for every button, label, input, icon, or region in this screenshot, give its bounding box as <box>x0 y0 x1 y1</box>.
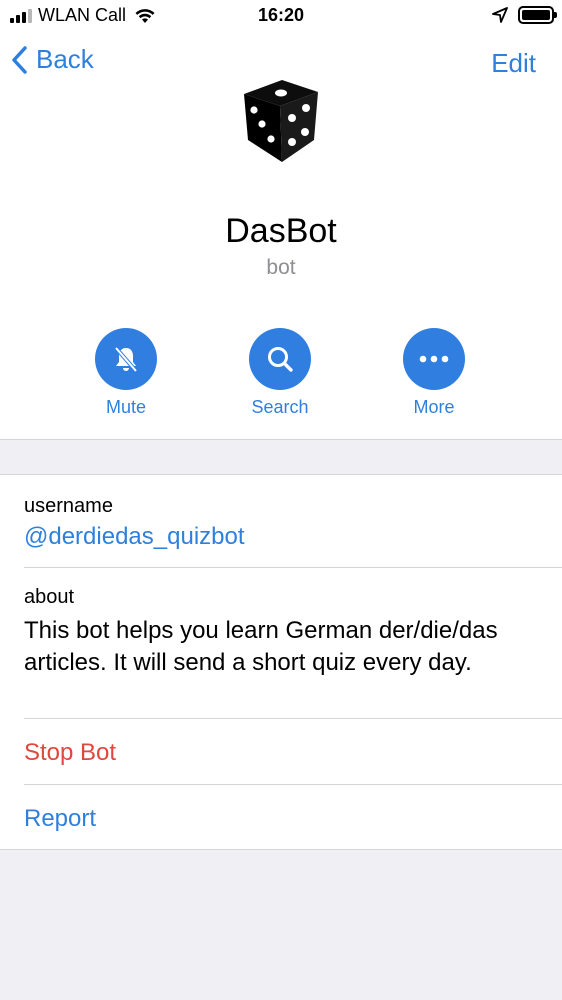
info-section: username @derdiedas_quizbot about This b… <box>0 474 562 850</box>
status-bar: WLAN Call 16:20 <box>0 0 562 32</box>
edit-button[interactable]: Edit <box>491 48 536 79</box>
more-circle <box>403 328 465 390</box>
divider <box>24 784 562 785</box>
divider <box>24 567 562 568</box>
search-circle <box>249 328 311 390</box>
search-icon <box>268 347 293 372</box>
username-link[interactable]: @derdiedas_quizbot <box>24 523 245 551</box>
action-buttons: Mute Search More <box>0 328 562 424</box>
mute-button[interactable]: Mute <box>66 328 186 418</box>
profile-name: DasBot <box>225 212 337 250</box>
about-line-2: articles. It will send a short quiz ever… <box>24 649 472 676</box>
more-label: More <box>413 397 455 417</box>
about-text: This bot helps you learn German der/die/… <box>24 615 544 679</box>
status-time: 16:20 <box>257 5 305 25</box>
mute-circle <box>95 328 157 390</box>
status-right <box>492 6 557 24</box>
chevron-left-icon <box>12 45 27 74</box>
report-button[interactable]: Report <box>24 805 96 833</box>
back-label: Back <box>36 44 94 74</box>
mute-label: Mute <box>105 397 147 417</box>
search-label: Search <box>251 397 309 417</box>
dice-icon[interactable] <box>238 78 322 164</box>
username-label: username <box>24 495 113 517</box>
about-label: about <box>24 586 75 608</box>
profile-subtitle: bot <box>266 256 296 279</box>
back-button[interactable]: Back <box>10 44 94 75</box>
profile-header: WLAN Call 16:20 Back Edit DasBot bot Mut… <box>0 0 562 440</box>
more-button[interactable]: More <box>374 328 494 418</box>
more-dots-icon <box>419 355 449 363</box>
location-arrow-icon <box>492 7 508 23</box>
search-button[interactable]: Search <box>220 328 340 418</box>
about-line-1: This bot helps you learn German der/die/… <box>24 617 498 644</box>
stop-bot-button[interactable]: Stop Bot <box>24 739 116 767</box>
battery-icon <box>518 6 557 24</box>
divider <box>24 718 562 719</box>
bell-slash-icon <box>114 346 138 373</box>
